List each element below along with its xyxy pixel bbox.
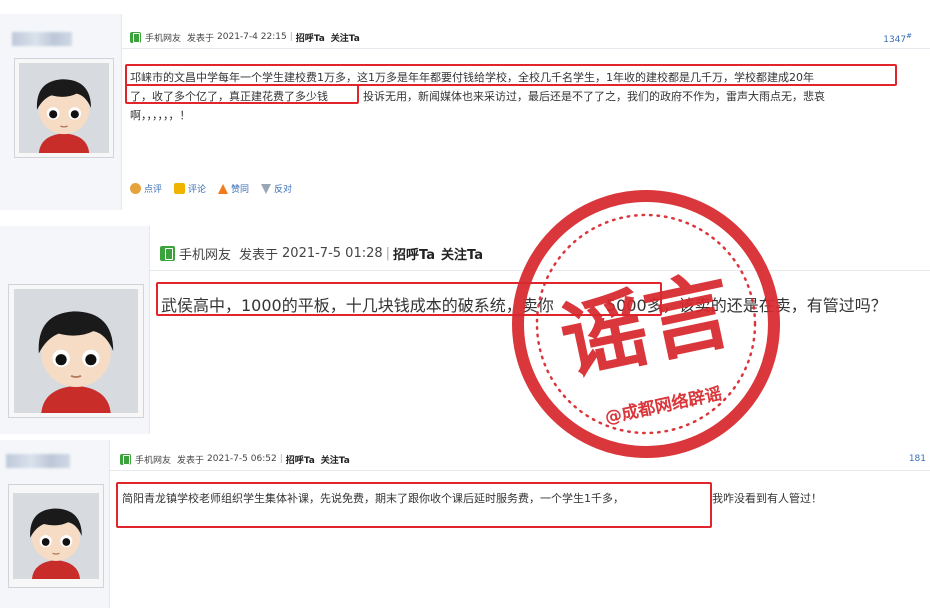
- avatar-cartoon-icon: [13, 493, 99, 579]
- upvote-action[interactable]: 赞同: [218, 182, 249, 195]
- posted-prefix: 发表于: [177, 455, 205, 466]
- follow-link[interactable]: 关注Ta: [441, 244, 483, 263]
- floor-number[interactable]: 181: [909, 454, 926, 464]
- comment-action[interactable]: 评论: [174, 182, 206, 195]
- mobile-user-icon: [160, 245, 175, 261]
- greet-link[interactable]: 招呼Ta: [296, 31, 325, 44]
- author-name[interactable]: 手机网友: [135, 453, 171, 466]
- posted-time: 2021-7-4 22:15: [217, 32, 287, 42]
- floor-number[interactable]: 1347#: [883, 32, 912, 45]
- author-name[interactable]: 手机网友: [145, 31, 181, 44]
- posted-time: 2021-7-5 06:52: [207, 454, 277, 464]
- post-1-line-1: 邛崃市的文昌中学每年一个学生建校费1万多，这1万多是年年都要付钱给学校，全校几千…: [130, 71, 814, 84]
- post-1: 手机网友 发表于 2021-7-4 22:15 | 招呼Ta 关注Ta 1347…: [0, 14, 930, 210]
- post-1-sidebar: [0, 14, 122, 210]
- post-2-sidebar: [0, 226, 150, 434]
- comment-icon: [174, 183, 186, 194]
- follow-link[interactable]: 关注Ta: [321, 453, 350, 466]
- username-blurred: [12, 32, 72, 46]
- rate-action[interactable]: 点评: [130, 182, 162, 195]
- post-1-meta: 手机网友 发表于 2021-7-4 22:15 | 招呼Ta 关注Ta: [130, 30, 366, 44]
- post-1-line-3: 啊，，，，，，！: [130, 109, 191, 122]
- post-2: 手机网友 发表于 2021-7-5 01:28 | 招呼Ta 关注Ta 武侯高中…: [0, 226, 930, 434]
- follow-link[interactable]: 关注Ta: [331, 31, 360, 44]
- post-1-line-2b: 投诉无用，新闻媒体也来采访过，最后还是不了了之，我们的政府不作为，雷声大雨点无，…: [363, 90, 825, 103]
- post-3: 手机网友 发表于 2021-7-5 06:52 | 招呼Ta 关注Ta 181 …: [0, 440, 930, 608]
- arrow-down-icon: [261, 183, 272, 194]
- stamp-caption: @成都网络辟谣: [603, 383, 724, 428]
- posted-prefix: 发表于: [239, 247, 279, 263]
- stamp-title: 谣言: [552, 260, 741, 394]
- rumor-stamp: 谣言 @成都网络辟谣: [512, 190, 780, 458]
- mobile-user-icon: [130, 31, 141, 43]
- avatar-cartoon-icon: [19, 63, 109, 153]
- avatar-cartoon-icon: [14, 289, 138, 413]
- avatar[interactable]: [8, 284, 144, 418]
- post-1-line-2a: 了，收了多个亿了，真正建花费了多少钱: [130, 90, 328, 103]
- greet-link[interactable]: 招呼Ta: [286, 453, 315, 466]
- post-3-sidebar: [0, 440, 110, 608]
- avatar[interactable]: [14, 58, 114, 158]
- post-3-text-a: 简阳青龙镇学校老师组织学生集体补课，先说免费，期末了跟你收个课后延时服务费，一个…: [122, 492, 624, 505]
- rate-icon: [130, 183, 141, 194]
- post-2-meta: 手机网友 发表于 2021-7-5 01:28 | 招呼Ta 关注Ta: [160, 244, 489, 263]
- mobile-user-icon: [120, 453, 131, 465]
- arrow-up-icon: [218, 183, 229, 194]
- avatar[interactable]: [8, 484, 104, 588]
- post-1-actions: 点评 评论 赞同 反对: [130, 182, 304, 195]
- post-3-text-b: 我咋没看到有人管过！: [712, 492, 822, 505]
- post-3-meta: 手机网友 发表于 2021-7-5 06:52 | 招呼Ta 关注Ta: [120, 452, 356, 466]
- posted-prefix: 发表于: [187, 33, 215, 44]
- post-2-text-a: 武侯高中，1000的平板，十几块钱成本的破系统，卖你: [161, 296, 554, 315]
- greet-link[interactable]: 招呼Ta: [393, 244, 435, 263]
- posted-time: 2021-7-5 01:28: [282, 245, 383, 261]
- downvote-action[interactable]: 反对: [261, 182, 292, 195]
- author-name[interactable]: 手机网友: [179, 244, 231, 263]
- username-blurred: [6, 454, 70, 468]
